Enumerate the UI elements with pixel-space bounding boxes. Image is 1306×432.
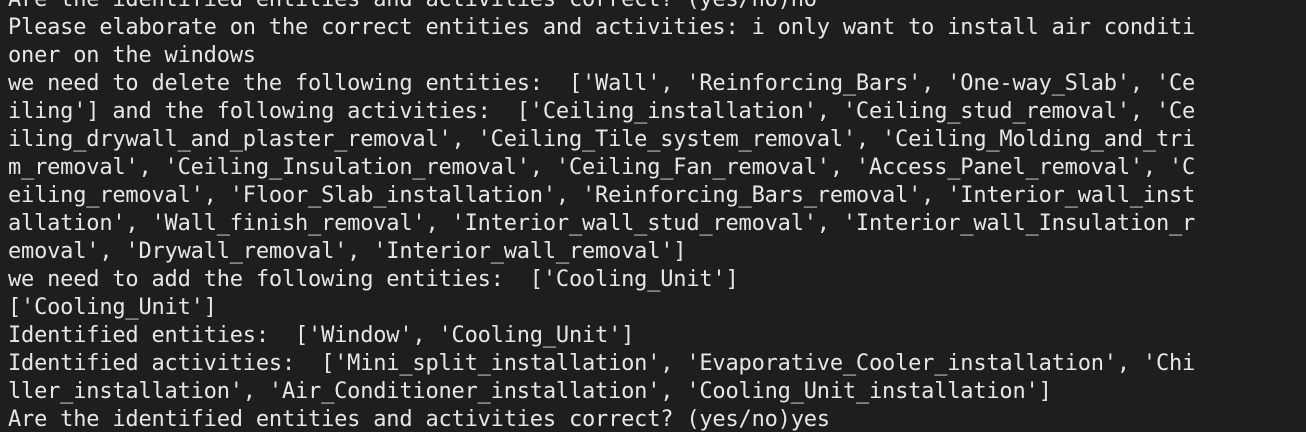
terminal-line: oner on the windows xyxy=(8,43,256,68)
terminal-line: ['Cooling_Unit'] xyxy=(8,295,217,320)
terminal-line: Identified activities: ['Mini_split_inst… xyxy=(8,351,1196,376)
terminal-line: iling'] and the following activities: ['… xyxy=(8,99,1196,124)
terminal-line: ller_installation', 'Air_Conditioner_ins… xyxy=(8,379,1052,404)
terminal-line: emoval', 'Drywall_removal', 'Interior_wa… xyxy=(8,239,687,264)
terminal-line: m_removal', 'Ceiling_Insulation_removal'… xyxy=(8,155,1196,180)
terminal-line: we need to delete the following entities… xyxy=(8,71,1196,96)
terminal-line: Please elaborate on the correct entities… xyxy=(8,15,1196,40)
terminal-window[interactable]: Are the identified entities and activiti… xyxy=(0,0,1306,432)
terminal-line: Are the identified entities and activiti… xyxy=(8,407,830,432)
terminal-line: Are the identified entities and activiti… xyxy=(8,0,1306,14)
terminal-line: allation', 'Wall_finish_removal', 'Inter… xyxy=(8,211,1196,236)
terminal-line: iling_drywall_and_plaster_removal', 'Cei… xyxy=(8,127,1196,152)
terminal-line: Identified entities: ['Window', 'Cooling… xyxy=(8,323,635,348)
terminal-line: eiling_removal', 'Floor_Slab_installatio… xyxy=(8,183,1196,208)
terminal-line: we need to add the following entities: [… xyxy=(8,267,739,292)
